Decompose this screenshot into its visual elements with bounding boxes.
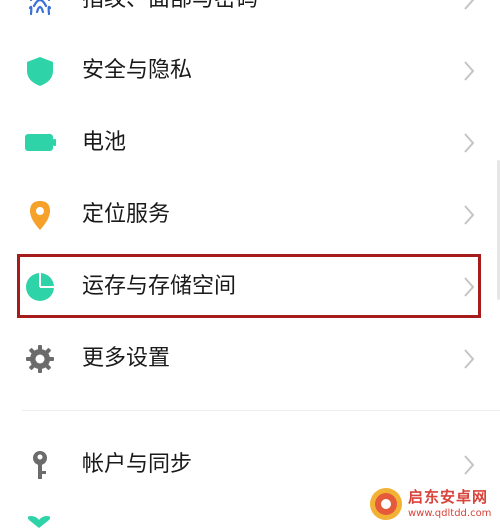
- location-pin-icon: [30, 201, 50, 230]
- battery-icon: [25, 134, 56, 151]
- watermark-site: www.qdltdd.com: [408, 508, 492, 519]
- shield-icon: [27, 57, 53, 86]
- highlight-box: [17, 254, 481, 318]
- chevron-right-icon: [464, 61, 475, 81]
- gear-icon: [26, 345, 54, 373]
- settings-item-security[interactable]: 安全与隐私: [0, 41, 500, 101]
- settings-item-label: 指纹、面部与密码: [82, 0, 258, 16]
- chevron-right-icon: [464, 0, 475, 10]
- settings-screen: 指纹、面部与密码 安全与隐私 电池 定位服务: [0, 0, 500, 528]
- fingerprint-icon: [28, 0, 52, 16]
- key-icon: [33, 451, 47, 479]
- settings-item-label: 定位服务: [82, 202, 171, 227]
- watermark-brand: 启东安卓网: [408, 488, 489, 506]
- chevron-right-icon: [464, 205, 475, 225]
- chevron-right-icon: [464, 133, 475, 153]
- settings-item-label: 更多设置: [82, 346, 171, 371]
- watermark: 启东安卓网 www.qdltdd.com: [368, 484, 500, 528]
- chevron-right-icon: [464, 455, 475, 475]
- settings-item-label: 安全与隐私: [82, 58, 193, 83]
- settings-item-label: 帐户与同步: [82, 452, 193, 477]
- heart-icon: [27, 516, 51, 528]
- chevron-right-icon: [464, 349, 475, 369]
- settings-item-label: 电池: [82, 130, 127, 155]
- settings-item-fingerprint[interactable]: 指纹、面部与密码: [0, 0, 500, 30]
- settings-item-location[interactable]: 定位服务: [0, 185, 500, 245]
- section-divider: [22, 410, 500, 411]
- watermark-logo-icon: [370, 488, 402, 520]
- settings-item-battery[interactable]: 电池: [0, 113, 500, 173]
- settings-item-more[interactable]: 更多设置: [0, 329, 500, 389]
